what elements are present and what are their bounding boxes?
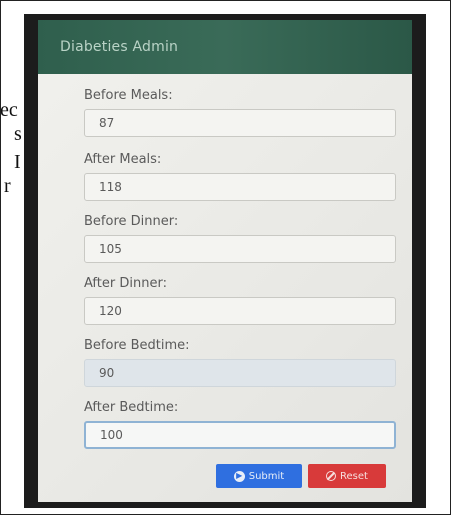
phone-device: Diabeties Admin Before Meals: After Meal… bbox=[24, 14, 426, 508]
field-after-bedtime: After Bedtime: bbox=[84, 400, 396, 449]
reset-label: Reset bbox=[340, 470, 368, 482]
before-meals-input[interactable] bbox=[84, 109, 396, 137]
arrow-circle-icon: ▶ bbox=[233, 470, 245, 482]
reset-button[interactable]: Reset bbox=[308, 464, 386, 488]
field-label: Before Bedtime: bbox=[84, 338, 190, 353]
field-after-dinner: After Dinner: bbox=[84, 276, 396, 325]
field-label: Before Meals: bbox=[84, 88, 173, 103]
field-before-dinner: Before Dinner: bbox=[84, 214, 396, 263]
field-before-bedtime: Before Bedtime: bbox=[84, 338, 396, 387]
app-header: Diabeties Admin bbox=[38, 20, 412, 74]
background-text: ec bbox=[0, 99, 18, 121]
background-text: r bbox=[4, 175, 11, 197]
after-bedtime-input[interactable] bbox=[84, 421, 396, 449]
before-dinner-input[interactable] bbox=[84, 235, 396, 263]
app-title: Diabeties Admin bbox=[60, 39, 179, 55]
before-bedtime-input[interactable] bbox=[84, 359, 396, 387]
field-after-meals: After Meals: bbox=[84, 152, 396, 201]
field-before-meals: Before Meals: bbox=[84, 88, 396, 137]
background-text: s bbox=[14, 123, 22, 145]
field-label: Before Dinner: bbox=[84, 214, 179, 229]
submit-label: Submit bbox=[248, 470, 285, 482]
field-label: After Dinner: bbox=[84, 276, 167, 291]
ban-icon bbox=[326, 471, 337, 481]
field-label: After Bedtime: bbox=[84, 400, 179, 415]
background-text: I bbox=[14, 151, 21, 173]
submit-button[interactable]: ▶ Submit bbox=[216, 464, 302, 488]
app-screen: Diabeties Admin Before Meals: After Meal… bbox=[38, 20, 412, 502]
after-meals-input[interactable] bbox=[84, 173, 396, 201]
field-label: After Meals: bbox=[84, 152, 162, 167]
after-dinner-input[interactable] bbox=[84, 297, 396, 325]
